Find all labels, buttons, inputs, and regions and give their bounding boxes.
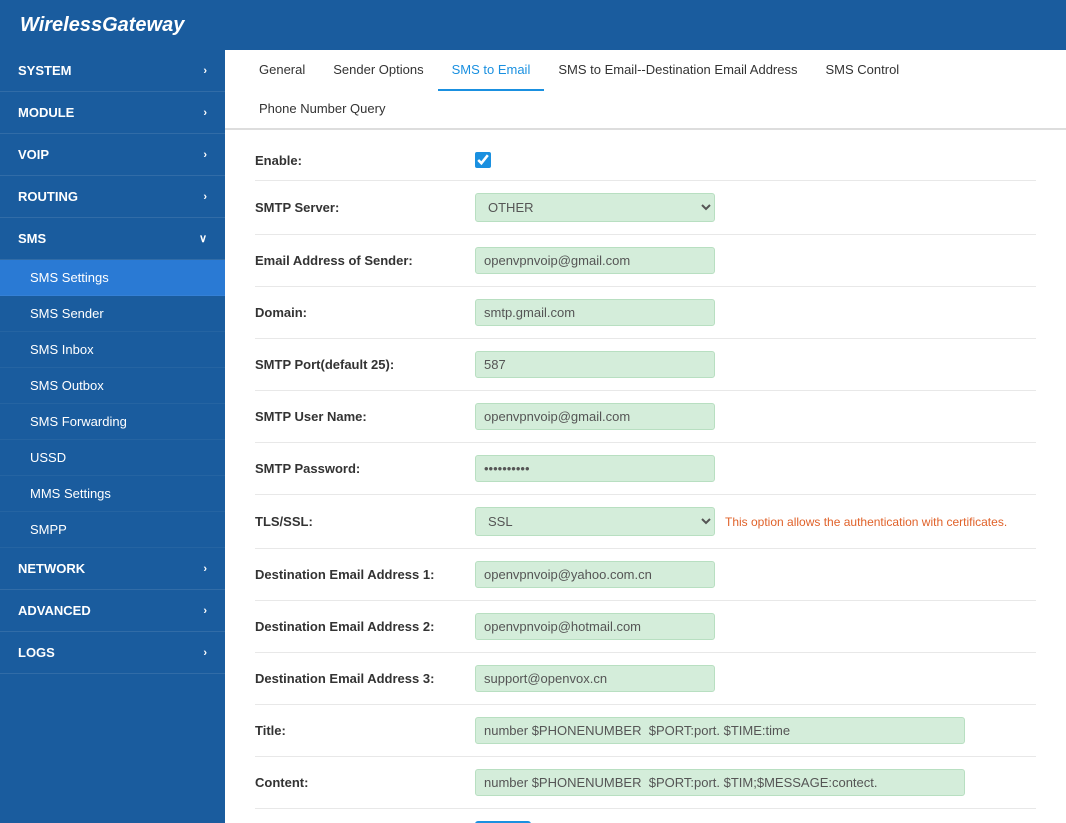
select-tls-ssl[interactable]: SSL TLS NONE [475,507,715,536]
sidebar-label-system: SYSTEM [18,63,71,78]
tab-general[interactable]: General [245,50,319,89]
sidebar-sub-label-sms-forwarding: SMS Forwarding [30,414,127,429]
input-content[interactable] [475,769,965,796]
chevron-icon-logs: › [203,647,207,659]
input-smtp-password[interactable] [475,455,715,482]
sidebar-label-network: NETWORK [18,561,85,576]
sidebar-label-routing: ROUTING [18,189,78,204]
main-content: General Sender Options SMS to Email SMS … [225,50,1066,823]
sidebar-item-sms[interactable]: SMS ∨ [0,218,225,260]
sidebar-sub-label-ussd: USSD [30,450,66,465]
sidebar-sub-item-mms-settings[interactable]: MMS Settings [0,476,225,512]
chevron-icon-module: › [203,107,207,119]
tls-hint-text: This option allows the authentication wi… [725,515,1007,529]
sidebar-sub-label-sms-sender: SMS Sender [30,306,104,321]
form-row-domain: Domain: [255,287,1036,339]
sidebar-item-logs[interactable]: LOGS › [0,632,225,674]
sidebar-sub-item-sms-outbox[interactable]: SMS Outbox [0,368,225,404]
chevron-icon-routing: › [203,191,207,203]
chevron-icon-sms: ∨ [199,232,207,245]
tab-sms-control[interactable]: SMS Control [812,50,914,89]
form-row-smtp-password: SMTP Password: [255,443,1036,495]
chevron-icon-voip: › [203,149,207,161]
tab-sms-to-email[interactable]: SMS to Email [438,50,545,91]
label-email-sender: Email Address of Sender: [255,253,475,268]
label-smtp-port: SMTP Port(default 25): [255,357,475,372]
sidebar-item-voip[interactable]: VOIP › [0,134,225,176]
form-area: Enable: SMTP Server: OTHER GMAIL YAHOO E… [225,130,1066,823]
form-row-dest-email-2: Destination Email Address 2: [255,601,1036,653]
label-tls-ssl: TLS/SSL: [255,514,475,529]
input-dest-email-2[interactable] [475,613,715,640]
form-row-smtp-server: SMTP Server: OTHER GMAIL YAHOO [255,181,1036,235]
input-email-sender[interactable] [475,247,715,274]
sidebar-label-logs: LOGS [18,645,55,660]
form-row-title: Title: [255,705,1036,757]
sidebar-item-routing[interactable]: ROUTING › [0,176,225,218]
tabs-bar: General Sender Options SMS to Email SMS … [225,50,1066,130]
sidebar-label-voip: VOIP [18,147,49,162]
form-row-test: Test: Test [255,809,1036,823]
label-dest-email-1: Destination Email Address 1: [255,567,475,582]
sidebar-sub-item-smpp[interactable]: SMPP [0,512,225,548]
input-smtp-username[interactable] [475,403,715,430]
form-row-dest-email-1: Destination Email Address 1: [255,549,1036,601]
sidebar: SYSTEM › MODULE › VOIP › ROUTING › SMS ∨… [0,50,225,823]
label-enable: Enable: [255,153,475,168]
label-content: Content: [255,775,475,790]
sidebar-sub-item-sms-settings[interactable]: SMS Settings [0,260,225,296]
form-row-dest-email-3: Destination Email Address 3: [255,653,1036,705]
sidebar-item-module[interactable]: MODULE › [0,92,225,134]
input-dest-email-3[interactable] [475,665,715,692]
label-smtp-server: SMTP Server: [255,200,475,215]
chevron-icon-system: › [203,65,207,77]
tab-sms-to-email-dest[interactable]: SMS to Email--Destination Email Address [544,50,811,89]
input-title[interactable] [475,717,965,744]
tab-phone-number-query[interactable]: Phone Number Query [245,89,399,128]
sidebar-item-advanced[interactable]: ADVANCED › [0,590,225,632]
input-dest-email-1[interactable] [475,561,715,588]
form-row-tls-ssl: TLS/SSL: SSL TLS NONE This option allows… [255,495,1036,549]
sidebar-sub-label-sms-settings: SMS Settings [30,270,109,285]
chevron-icon-network: › [203,563,207,575]
sidebar-label-module: MODULE [18,105,74,120]
app-header: WirelessGateway [0,0,1066,50]
input-domain[interactable] [475,299,715,326]
label-dest-email-3: Destination Email Address 3: [255,671,475,686]
sidebar-sub-item-ussd[interactable]: USSD [0,440,225,476]
sidebar-item-network[interactable]: NETWORK › [0,548,225,590]
sidebar-item-system[interactable]: SYSTEM › [0,50,225,92]
label-domain: Domain: [255,305,475,320]
chevron-icon-advanced: › [203,605,207,617]
sidebar-sub-label-sms-outbox: SMS Outbox [30,378,104,393]
sidebar-sub-label-smpp: SMPP [30,522,67,537]
form-row-smtp-username: SMTP User Name: [255,391,1036,443]
sidebar-sub-label-mms-settings: MMS Settings [30,486,111,501]
sidebar-sub-item-sms-sender[interactable]: SMS Sender [0,296,225,332]
sidebar-label-sms: SMS [18,231,46,246]
select-smtp-server[interactable]: OTHER GMAIL YAHOO [475,193,715,222]
label-smtp-username: SMTP User Name: [255,409,475,424]
tab-sender-options[interactable]: Sender Options [319,50,437,89]
form-row-content: Content: [255,757,1036,809]
label-smtp-password: SMTP Password: [255,461,475,476]
form-row-smtp-port: SMTP Port(default 25): [255,339,1036,391]
sidebar-sub-item-sms-forwarding[interactable]: SMS Forwarding [0,404,225,440]
app-title: WirelessGateway [20,14,184,37]
sidebar-label-advanced: ADVANCED [18,603,91,618]
form-row-email-sender: Email Address of Sender: [255,235,1036,287]
label-title: Title: [255,723,475,738]
form-row-enable: Enable: [255,140,1036,181]
sidebar-sub-item-sms-inbox[interactable]: SMS Inbox [0,332,225,368]
input-smtp-port[interactable] [475,351,715,378]
sidebar-sub-label-sms-inbox: SMS Inbox [30,342,94,357]
label-dest-email-2: Destination Email Address 2: [255,619,475,634]
input-enable[interactable] [475,152,491,168]
